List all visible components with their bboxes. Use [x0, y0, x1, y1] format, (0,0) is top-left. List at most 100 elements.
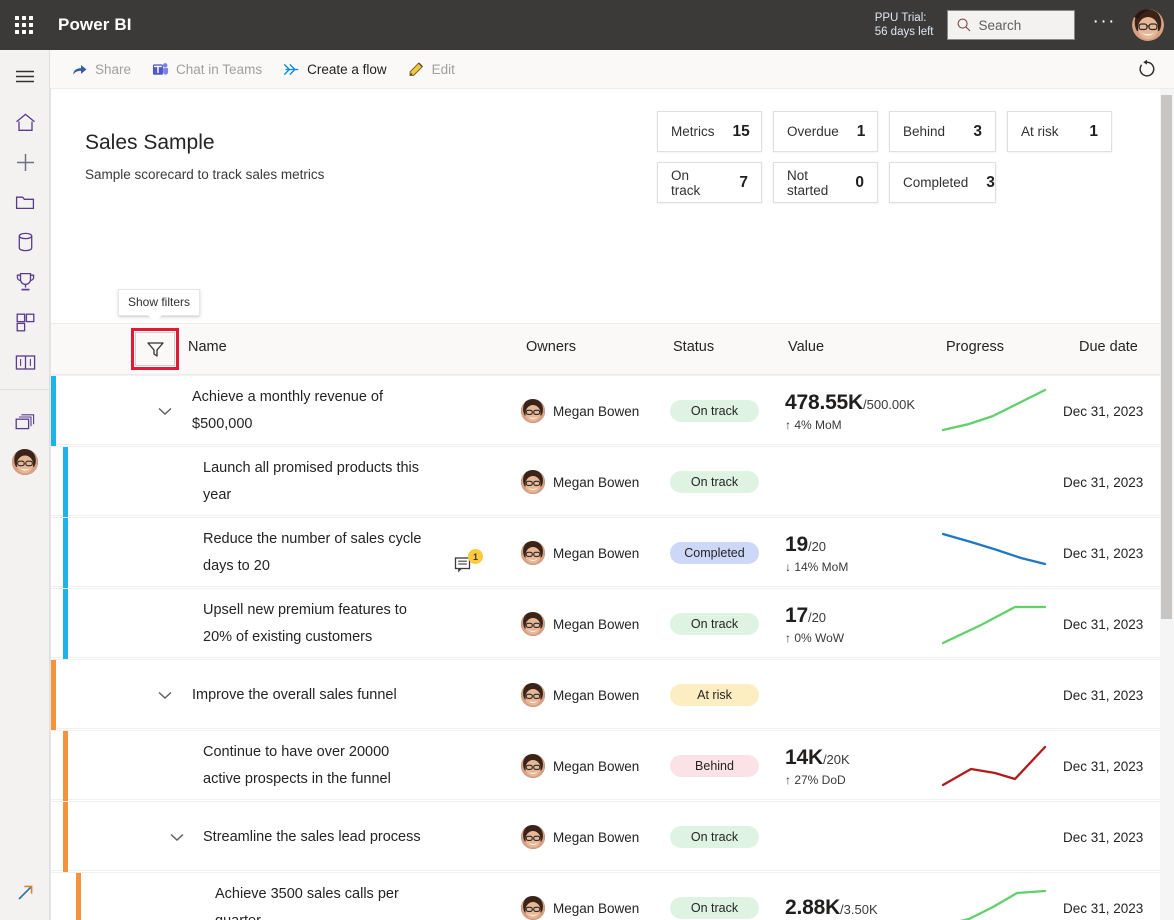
owner-cell[interactable]: Megan Bowen — [521, 802, 639, 872]
expand-collapse-chevron[interactable] — [154, 400, 176, 422]
status-badge[interactable]: On track — [670, 826, 759, 848]
metric-name[interactable]: Launch all promised products this year — [203, 447, 463, 517]
column-header-progress[interactable]: Progress — [946, 339, 1004, 355]
column-header-owners[interactable]: Owners — [526, 339, 576, 355]
sidebar-item-browse[interactable] — [0, 182, 50, 222]
ellipsis-icon[interactable]: ··· — [1093, 11, 1116, 33]
table-row[interactable]: Launch all promised products this year Me… — [51, 446, 1164, 517]
expand-pane-button[interactable] — [0, 872, 50, 912]
metric-name-line1: Reduce the number of sales cycle — [203, 531, 422, 547]
expand-collapse-chevron[interactable] — [154, 684, 176, 706]
metric-name[interactable]: Achieve 3500 sales calls per quarter — [215, 873, 475, 920]
target-value: /20K — [822, 751, 850, 767]
target-value: /500.00K — [863, 396, 916, 412]
table-row[interactable]: Streamline the sales lead process Megan … — [51, 801, 1164, 872]
share-button[interactable]: Share — [62, 53, 140, 85]
show-filters-button[interactable] — [135, 332, 175, 366]
metric-name[interactable]: Achieve a monthly revenue of $500,000 — [192, 376, 452, 446]
owner-cell[interactable]: Megan Bowen — [521, 518, 639, 588]
rail-bottom-section — [0, 872, 50, 912]
database-icon — [18, 232, 32, 252]
metric-name-line2: days to 20 — [203, 558, 270, 574]
metric-name[interactable]: Improve the overall sales funnel — [192, 660, 452, 730]
status-card-behind[interactable]: Behind 3 — [889, 111, 996, 152]
create-a-flow-label: Create a flow — [307, 61, 387, 77]
vertical-scrollbar-track[interactable] — [1160, 89, 1174, 920]
status-card-on-track[interactable]: On track 7 — [657, 162, 762, 203]
status-badge[interactable]: On track — [670, 897, 759, 919]
metric-name[interactable]: Reduce the number of sales cycle days to … — [203, 518, 463, 588]
edit-button[interactable]: Edit — [399, 53, 464, 85]
app-brand-title[interactable]: Power BI — [58, 15, 132, 35]
sidebar-item-metrics[interactable] — [0, 262, 50, 302]
waffle-icon[interactable] — [0, 0, 48, 50]
progress-sparkline — [941, 388, 1047, 432]
column-header-due-date[interactable]: Due date — [1079, 339, 1138, 355]
sidebar-item-my-account[interactable] — [0, 442, 50, 482]
table-row[interactable]: Reduce the number of sales cycle days to … — [51, 517, 1164, 588]
sidebar-item-home[interactable] — [0, 102, 50, 142]
status-badge[interactable]: Behind — [670, 755, 759, 777]
status-summary-cards: Metrics 15 Overdue 1 Behind 3 At risk 1 — [657, 111, 1131, 213]
sidebar-item-learn[interactable] — [0, 342, 50, 382]
owner-cell[interactable]: Megan Bowen — [521, 376, 639, 446]
value-delta: ↓ 14% MoM — [785, 559, 849, 574]
sidebar-item-workspaces[interactable] — [0, 402, 50, 442]
owner-name: Megan Bowen — [553, 545, 640, 561]
status-card-overdue[interactable]: Overdue 1 — [773, 111, 878, 152]
status-card-at-risk[interactable]: At risk 1 — [1007, 111, 1112, 152]
status-badge[interactable]: At risk — [670, 684, 759, 706]
column-header-value[interactable]: Value — [788, 339, 824, 355]
row-status-bar — [63, 731, 68, 801]
command-bar: Share Chat in Teams Create a flow Edit — [50, 50, 1174, 89]
column-header-status[interactable]: Status — [673, 339, 714, 355]
search-input[interactable]: Search — [946, 10, 1075, 40]
book-icon — [15, 354, 35, 370]
table-row[interactable]: Continue to have over 20000 active prospe… — [51, 730, 1164, 801]
table-row[interactable]: Achieve a monthly revenue of $500,000 Meg… — [51, 375, 1164, 446]
owner-cell[interactable]: Megan Bowen — [521, 447, 639, 517]
status-badge[interactable]: On track — [670, 400, 759, 422]
sidebar-item-apps[interactable] — [0, 302, 50, 342]
row-status-bar — [63, 589, 68, 659]
chevron-down-icon — [158, 407, 172, 415]
status-card-label: Not started — [787, 167, 829, 198]
pencil-icon — [409, 61, 423, 76]
column-header-name[interactable]: Name — [188, 339, 227, 355]
metric-name[interactable]: Streamline the sales lead process — [203, 802, 463, 872]
status-card-metrics[interactable]: Metrics 15 — [657, 111, 762, 152]
vertical-scrollbar-thumb[interactable] — [1161, 95, 1172, 619]
row-status-bar — [76, 873, 81, 920]
user-avatar[interactable] — [1132, 9, 1164, 41]
status-card-completed[interactable]: Completed 3 — [889, 162, 996, 203]
row-status-bar — [51, 660, 56, 730]
owner-cell[interactable]: Megan Bowen — [521, 589, 639, 659]
status-badge[interactable]: On track — [670, 613, 759, 635]
owner-cell[interactable]: Megan Bowen — [521, 873, 639, 920]
comments-button[interactable]: 1 — [454, 549, 483, 581]
progress-sparkline — [941, 532, 1047, 566]
comment-count-badge: 1 — [468, 549, 483, 564]
refresh-button[interactable] — [1132, 54, 1162, 84]
owner-avatar — [521, 399, 545, 423]
metric-name[interactable]: Upsell new premium features to 20% of exi… — [203, 589, 463, 659]
status-badge[interactable]: On track — [670, 471, 759, 493]
table-row[interactable]: Achieve 3500 sales calls per quarter Mega… — [51, 872, 1164, 920]
left-navigation-rail — [0, 50, 50, 920]
scorecard-container: Sales Sample Sample scorecard to track s… — [50, 89, 1165, 920]
owner-cell[interactable]: Megan Bowen — [521, 731, 639, 801]
chat-in-teams-button[interactable]: Chat in Teams — [143, 53, 271, 85]
sidebar-item-create[interactable] — [0, 142, 50, 182]
status-card-not-started[interactable]: Not started 0 — [773, 162, 878, 203]
value-cell: 17/20 ↑ 0% WoW — [785, 589, 844, 659]
create-a-flow-button[interactable]: Create a flow — [274, 53, 396, 85]
status-badge[interactable]: Completed — [670, 542, 759, 564]
sidebar-item-data-hub[interactable] — [0, 222, 50, 262]
owner-cell[interactable]: Megan Bowen — [521, 660, 639, 730]
hamburger-menu-button[interactable] — [0, 56, 50, 96]
table-row[interactable]: Upsell new premium features to 20% of exi… — [51, 588, 1164, 659]
value-line: 17/20 — [785, 604, 844, 628]
expand-collapse-chevron[interactable] — [166, 826, 188, 848]
table-row[interactable]: Improve the overall sales funnel Megan B… — [51, 659, 1164, 730]
metric-name[interactable]: Continue to have over 20000 active prospe… — [203, 731, 463, 801]
